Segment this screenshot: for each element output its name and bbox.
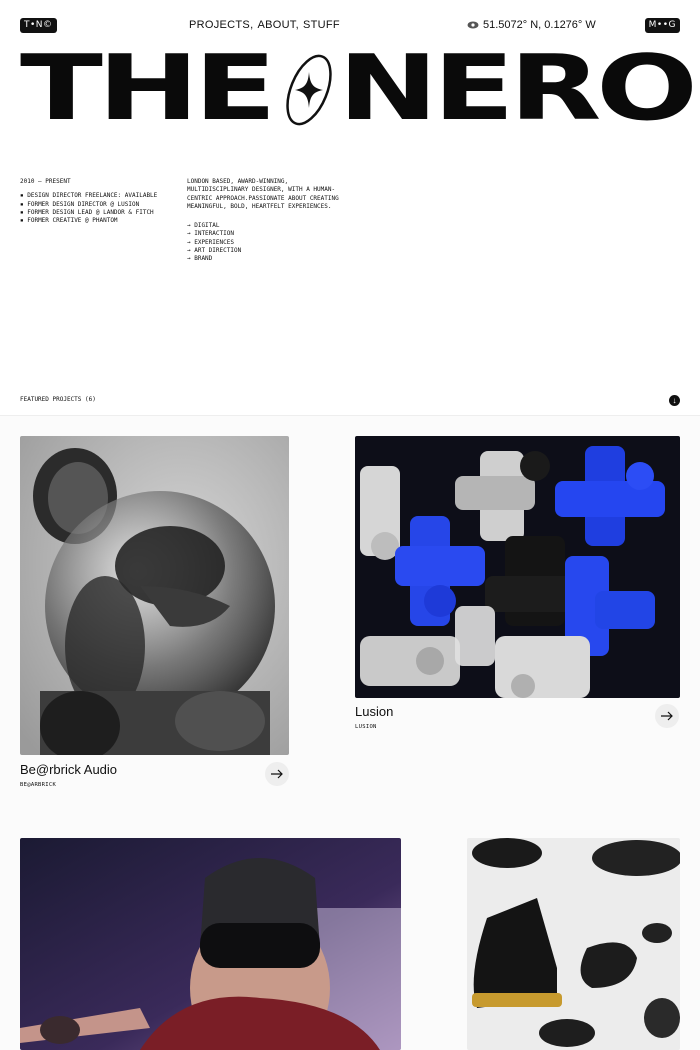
site-logo[interactable]: THE NERO (20, 44, 698, 134)
project-title[interactable]: Lusion (355, 704, 393, 719)
logo-badge[interactable]: T•N© (20, 18, 57, 33)
project-image-vr[interactable] (20, 838, 401, 1050)
roles-list: DESIGN DIRECTOR FREELANCE: AVAILABLE FOR… (20, 192, 180, 225)
project-title[interactable]: Be@rbrick Audio (20, 762, 117, 777)
logo-word-the: THE (20, 36, 277, 141)
project-image-bearbrick[interactable] (20, 436, 289, 755)
menu-badge[interactable]: M••G (644, 18, 680, 33)
arrow-right-icon (271, 769, 283, 779)
role-item: FORMER DESIGN DIRECTOR @ LUSION (20, 201, 180, 209)
service-item: → DIGITAL (187, 222, 220, 230)
eye-icon (467, 21, 479, 29)
service-item: → BRAND (187, 255, 213, 263)
services-list: → DIGITAL → INTERACTION → EXPERIENCES → … (187, 222, 347, 263)
top-bar: T•N© PROJECTS, ABOUT, STUFF 51.5072° N, … (20, 18, 680, 34)
main-nav: PROJECTS, ABOUT, STUFF (189, 19, 340, 31)
nav-about[interactable]: ABOUT, (257, 19, 299, 31)
project-client: BE@ARBRICK (20, 782, 57, 788)
career-column: 2010 — PRESENT DESIGN DIRECTOR FREELANCE… (20, 178, 180, 225)
logo-word-nero: NERO (338, 36, 698, 141)
career-period: 2010 — PRESENT (20, 178, 71, 185)
project-client: LUSION (355, 724, 377, 730)
role-item: FORMER CREATIVE @ PHANTOM (20, 217, 180, 225)
bio-column: LONDON BASED, AWARD-WINNING, MULTIDISCIP… (187, 178, 347, 264)
project-image-boots[interactable] (467, 838, 680, 1050)
star-oval-icon (273, 54, 345, 131)
nav-projects[interactable]: PROJECTS, (189, 19, 253, 31)
service-item: → ART DIRECTION (187, 247, 242, 255)
service-item: → INTERACTION (187, 230, 234, 238)
role-item: FORMER DESIGN LEAD @ LANDOR & FITCH (20, 209, 180, 217)
project-image-lusion[interactable] (355, 436, 680, 698)
coords-text: 51.5072° N, 0.1276° W (483, 19, 596, 31)
role-item: DESIGN DIRECTOR FREELANCE: AVAILABLE (20, 192, 180, 200)
open-project-button[interactable] (265, 762, 289, 786)
service-item: → EXPERIENCES (187, 238, 234, 246)
arrow-right-icon (661, 711, 673, 721)
open-project-button[interactable] (655, 704, 679, 728)
bio-text: LONDON BASED, AWARD-WINNING, MULTIDISCIP… (187, 178, 339, 210)
scroll-down-icon[interactable]: ↓ (669, 395, 680, 406)
featured-projects-label: FEATURED PROJECTS (6) (20, 396, 96, 403)
nav-stuff[interactable]: STUFF (303, 19, 340, 31)
location-coordinates: 51.5072° N, 0.1276° W (467, 19, 596, 31)
